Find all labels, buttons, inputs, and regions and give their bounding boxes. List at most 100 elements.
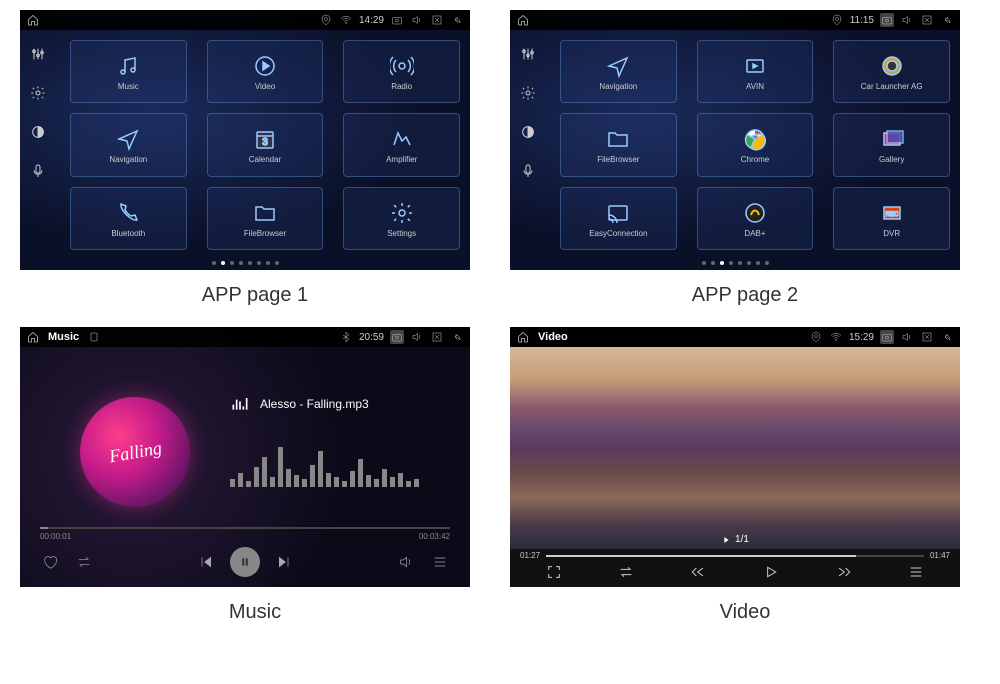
music-icon bbox=[114, 52, 142, 80]
list-button[interactable] bbox=[908, 564, 924, 585]
page-dot[interactable] bbox=[212, 261, 216, 265]
settings-icon[interactable] bbox=[520, 85, 536, 106]
back-icon[interactable] bbox=[940, 330, 954, 344]
status-bar: 14:29 bbox=[20, 10, 470, 30]
app-gallery[interactable]: Gallery bbox=[833, 113, 950, 176]
time-elapsed: 00:00:01 bbox=[40, 532, 71, 541]
close-icon[interactable] bbox=[430, 330, 444, 344]
app-filebrowser[interactable]: FileBrowser bbox=[207, 187, 324, 250]
app-amplifier[interactable]: Amplifier bbox=[343, 113, 460, 176]
app-calendar[interactable]: 3Calendar bbox=[207, 113, 324, 176]
prev-button[interactable] bbox=[691, 564, 707, 585]
page-dot[interactable] bbox=[765, 261, 769, 265]
caption-video: Video bbox=[510, 601, 980, 624]
page-dot[interactable] bbox=[221, 261, 225, 265]
app-label: Chrome bbox=[741, 155, 769, 164]
page-dot[interactable] bbox=[756, 261, 760, 265]
location-icon bbox=[830, 13, 844, 27]
back-icon[interactable] bbox=[940, 13, 954, 27]
back-icon[interactable] bbox=[450, 330, 464, 344]
page-dot[interactable] bbox=[702, 261, 706, 265]
app-navigation[interactable]: Navigation bbox=[560, 40, 677, 103]
close-icon[interactable] bbox=[430, 13, 444, 27]
page-dot[interactable] bbox=[257, 261, 261, 265]
close-icon[interactable] bbox=[920, 13, 934, 27]
app-label: FileBrowser bbox=[597, 155, 639, 164]
home-icon[interactable] bbox=[516, 330, 530, 344]
app-page-1-panel: 14:29 Music Video Radio Navigation 3Calendar… bbox=[20, 10, 470, 270]
equalizer-icon[interactable] bbox=[30, 46, 46, 67]
video-frame[interactable] bbox=[510, 347, 960, 549]
progress-bar[interactable] bbox=[40, 527, 450, 529]
volume-icon[interactable] bbox=[900, 330, 914, 344]
volume-icon[interactable] bbox=[900, 13, 914, 27]
volume-icon[interactable] bbox=[410, 13, 424, 27]
home-icon[interactable] bbox=[26, 330, 40, 344]
location-icon bbox=[319, 13, 333, 27]
repeat-button[interactable] bbox=[74, 552, 94, 572]
home-icon[interactable] bbox=[516, 13, 530, 27]
mic-icon[interactable] bbox=[520, 163, 536, 184]
page-dot[interactable] bbox=[230, 261, 234, 265]
camera-icon[interactable] bbox=[390, 13, 404, 27]
play-button[interactable] bbox=[230, 547, 260, 577]
app-filebrowser[interactable]: FileBrowser bbox=[560, 113, 677, 176]
page-dot[interactable] bbox=[239, 261, 243, 265]
app-navigation[interactable]: Navigation bbox=[70, 113, 187, 176]
app-avin[interactable]: AVIN bbox=[697, 40, 814, 103]
page-dots bbox=[510, 261, 960, 265]
gallery-icon bbox=[878, 125, 906, 153]
app-label: Navigation bbox=[599, 82, 637, 91]
camera-icon[interactable] bbox=[880, 330, 894, 344]
app-dvr[interactable]: RECDVR bbox=[833, 187, 950, 250]
next-button[interactable] bbox=[835, 564, 851, 585]
clock-text: 20:59 bbox=[359, 332, 384, 343]
calendar-icon: 3 bbox=[251, 125, 279, 153]
app-settings[interactable]: Settings bbox=[343, 187, 460, 250]
sd-icon[interactable] bbox=[87, 330, 101, 344]
app-music[interactable]: Music bbox=[70, 40, 187, 103]
app-page-2-panel: 11:15 NavigationAVINCar Launcher AGFileB… bbox=[510, 10, 960, 270]
fullscreen-button[interactable] bbox=[546, 564, 562, 585]
favorite-button[interactable] bbox=[40, 552, 60, 572]
close-icon[interactable] bbox=[920, 330, 934, 344]
prev-button[interactable] bbox=[196, 552, 216, 572]
album-text: Falling bbox=[107, 437, 163, 467]
brightness-icon[interactable] bbox=[520, 124, 536, 145]
brightness-icon[interactable] bbox=[30, 124, 46, 145]
repeat-button[interactable] bbox=[618, 564, 634, 585]
page-dot[interactable] bbox=[248, 261, 252, 265]
mute-button[interactable] bbox=[396, 552, 416, 572]
app-radio[interactable]: Radio bbox=[343, 40, 460, 103]
page-dot[interactable] bbox=[720, 261, 724, 265]
launcher-icon bbox=[878, 52, 906, 80]
mic-icon[interactable] bbox=[30, 163, 46, 184]
page-dot[interactable] bbox=[711, 261, 715, 265]
page-dot[interactable] bbox=[275, 261, 279, 265]
app-bluetooth[interactable]: Bluetooth bbox=[70, 187, 187, 250]
page-dot[interactable] bbox=[729, 261, 733, 265]
music-panel: Music 20:59 Falling Alesso - Falling.mp3 bbox=[20, 327, 470, 587]
next-button[interactable] bbox=[274, 552, 294, 572]
camera-icon[interactable] bbox=[880, 13, 894, 27]
settings-icon[interactable] bbox=[30, 85, 46, 106]
wifi-icon bbox=[829, 330, 843, 344]
home-icon[interactable] bbox=[26, 13, 40, 27]
app-chrome[interactable]: Chrome bbox=[697, 113, 814, 176]
album-art: Falling bbox=[80, 397, 190, 507]
page-dot[interactable] bbox=[747, 261, 751, 265]
app-easyconnection[interactable]: EasyConnection bbox=[560, 187, 677, 250]
play-button[interactable] bbox=[763, 564, 779, 585]
app-car-launcher-ag[interactable]: Car Launcher AG bbox=[833, 40, 950, 103]
back-icon[interactable] bbox=[450, 13, 464, 27]
equalizer-icon[interactable] bbox=[520, 46, 536, 67]
list-button[interactable] bbox=[430, 552, 450, 572]
page-dot[interactable] bbox=[738, 261, 742, 265]
progress-bar[interactable] bbox=[546, 555, 924, 557]
page-dot[interactable] bbox=[266, 261, 270, 265]
volume-icon[interactable] bbox=[410, 330, 424, 344]
camera-icon[interactable] bbox=[390, 330, 404, 344]
app-video[interactable]: Video bbox=[207, 40, 324, 103]
app-dab+[interactable]: DAB+ bbox=[697, 187, 814, 250]
video-count: 1/1 bbox=[721, 534, 749, 545]
